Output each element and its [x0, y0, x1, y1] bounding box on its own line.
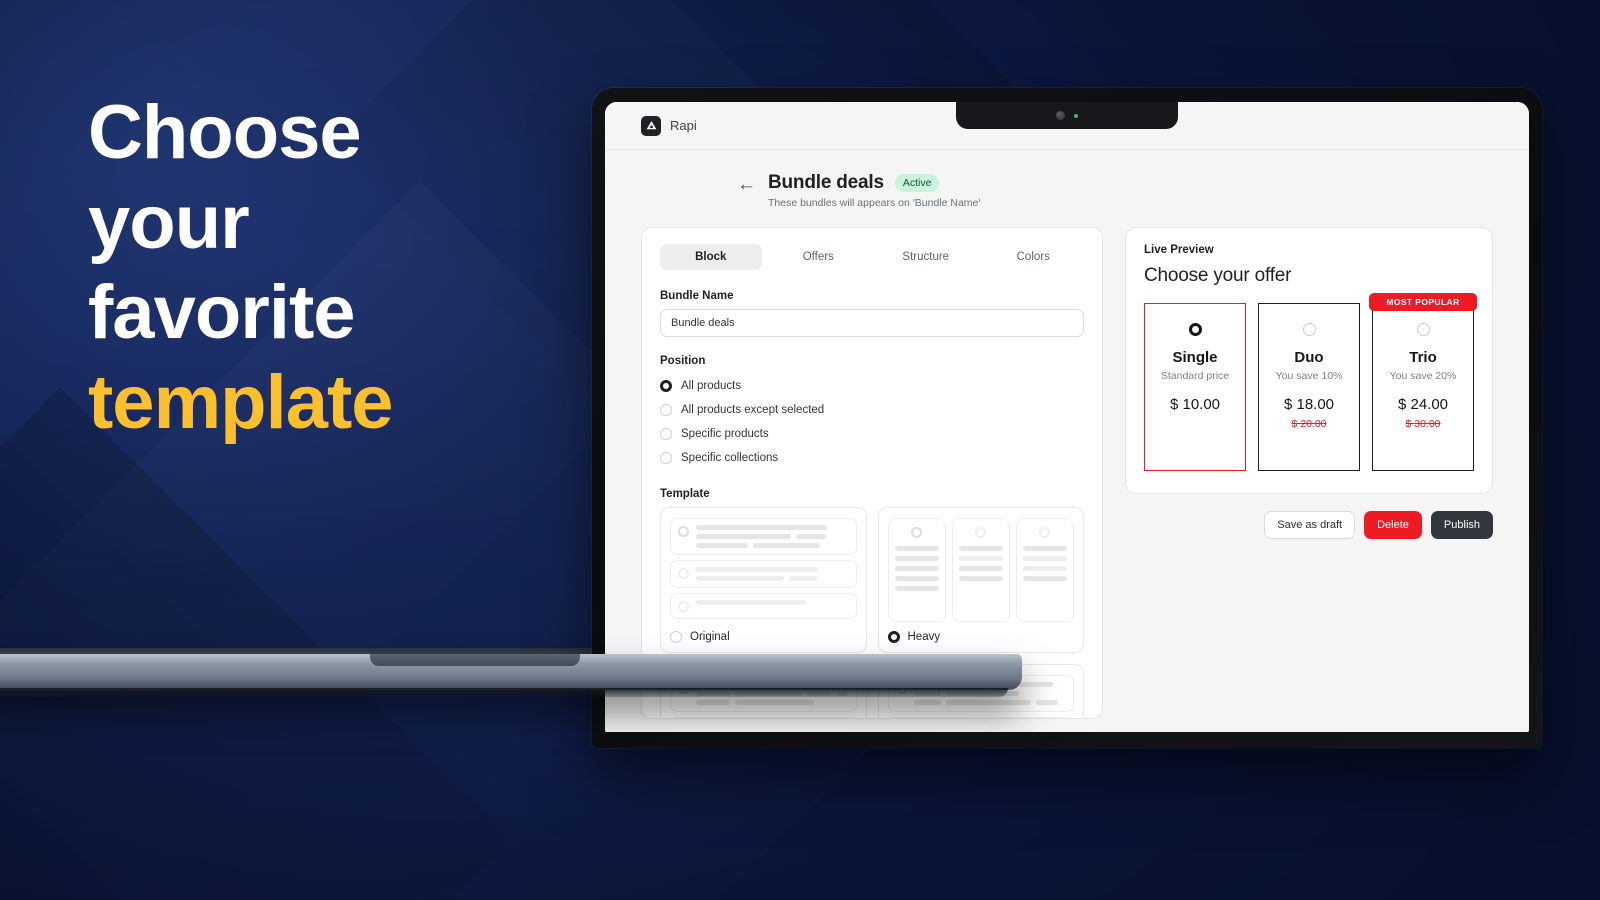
- save-as-draft-button[interactable]: Save as draft: [1264, 511, 1356, 540]
- laptop-screen: Rapi ← Bundle deals Active These bundles…: [605, 102, 1529, 732]
- skeleton-row: [670, 593, 857, 619]
- page-title-row: Bundle deals Active: [768, 172, 980, 194]
- offer-price: $ 24.00: [1397, 396, 1449, 413]
- radio-label: Specific collections: [681, 452, 779, 464]
- offer-old-price: $ 20.00: [1291, 418, 1327, 430]
- hero-line-3: favorite: [88, 270, 356, 355]
- most-popular-ribbon: MOST POPULAR: [1369, 293, 1477, 311]
- offer-name: Single: [1172, 349, 1218, 366]
- live-preview-label: Live Preview: [1144, 244, 1214, 256]
- skeleton-row: [887, 717, 1074, 718]
- radio-icon: [660, 404, 672, 416]
- action-bar: Save as draft Delete Publish: [1125, 511, 1493, 540]
- template-name: Heavy: [907, 631, 941, 643]
- page-header-text: Bundle deals Active These bundles will a…: [768, 172, 980, 209]
- radio-icon: [1416, 323, 1430, 336]
- radio-label: All products: [681, 380, 742, 392]
- app-body: ← Bundle deals Active These bundles will…: [605, 150, 1529, 732]
- offer-price: $ 10.00: [1169, 396, 1221, 413]
- delete-button[interactable]: Delete: [1364, 511, 1422, 540]
- settings-panel: Block Offers Structure Colors Bundle Nam…: [641, 227, 1103, 719]
- offer-card-single[interactable]: Single Standard price $ 10.00: [1144, 303, 1246, 471]
- skeleton-column: [951, 518, 1010, 622]
- template-heavy-footer[interactable]: Heavy: [887, 622, 1075, 652]
- radio-label: All products except selected: [681, 404, 825, 416]
- radio-icon: [1302, 323, 1316, 336]
- camera-icon: [1056, 111, 1065, 120]
- radio-specific-products[interactable]: Specific products: [660, 422, 1084, 446]
- skeleton-radio-icon: [678, 601, 689, 612]
- skeleton-radio-icon: [678, 568, 689, 579]
- template-preview-heavy: [887, 518, 1074, 622]
- skeleton-radio-icon: [678, 526, 689, 537]
- tab-offers[interactable]: Offers: [768, 244, 870, 270]
- camera-led-icon: [1074, 113, 1078, 118]
- skeleton-row: [670, 717, 857, 718]
- offer-list: Single Standard price $ 10.00 Duo You sa…: [1144, 293, 1477, 471]
- skeleton-row: [670, 560, 857, 588]
- radio-icon: [660, 380, 672, 392]
- live-preview-card: Live Preview Choose your offer Single St…: [1125, 227, 1493, 494]
- page-title: Bundle deals: [768, 172, 884, 193]
- offer-name: Trio: [1409, 349, 1437, 366]
- template-name: Original: [690, 631, 730, 643]
- offer-subtitle: Standard price: [1160, 370, 1230, 382]
- bundle-name-label: Bundle Name: [660, 290, 734, 302]
- app-window: Rapi ← Bundle deals Active These bundles…: [605, 102, 1529, 732]
- preview-heading: Choose your offer: [1144, 265, 1292, 286]
- template-label: Template: [660, 488, 710, 500]
- laptop-lid: Rapi ← Bundle deals Active These bundles…: [592, 88, 1542, 748]
- hero-line-2: your: [88, 180, 250, 265]
- arrow-left-icon[interactable]: ←: [737, 175, 756, 194]
- skeleton-radio-icon: [911, 527, 923, 538]
- template-preview-original: [670, 518, 857, 622]
- hero-headline: Choose your favorite template: [88, 88, 608, 448]
- hero-line-4: template: [88, 360, 394, 445]
- publish-button[interactable]: Publish: [1430, 511, 1493, 540]
- tab-structure[interactable]: Structure: [875, 244, 977, 270]
- tab-colors[interactable]: Colors: [983, 244, 1085, 270]
- radio-icon: [1188, 323, 1202, 336]
- offer-subtitle: You save 10%: [1275, 370, 1343, 382]
- offer-subtitle: You save 20%: [1389, 370, 1457, 382]
- radio-label: Specific products: [681, 428, 769, 440]
- triangle-logo-icon: [641, 115, 661, 136]
- radio-all-products[interactable]: All products: [660, 374, 1084, 398]
- laptop-mockup: Rapi ← Bundle deals Active These bundles…: [592, 88, 1542, 748]
- skeleton-radio-icon: [1039, 527, 1051, 538]
- template-card-heavy[interactable]: Heavy: [877, 507, 1084, 653]
- offer-name: Duo: [1294, 349, 1324, 366]
- radio-icon: [887, 631, 900, 643]
- skeleton-radio-icon: [975, 527, 987, 538]
- content-panes: Block Offers Structure Colors Bundle Nam…: [641, 227, 1493, 719]
- skeleton-column: [1015, 518, 1074, 622]
- radio-icon: [660, 428, 672, 440]
- skeleton-column: [887, 518, 946, 622]
- position-label: Position: [660, 355, 706, 367]
- page-header: ← Bundle deals Active These bundles will…: [641, 172, 1493, 209]
- status-badge: Active: [894, 174, 940, 192]
- template-card-original[interactable]: Original: [660, 507, 867, 653]
- skeleton-row: [670, 518, 857, 555]
- preview-panel: Live Preview Choose your offer Single St…: [1125, 227, 1493, 540]
- laptop-notch: [956, 102, 1178, 129]
- template-original-footer[interactable]: Original: [670, 622, 857, 652]
- tab-block[interactable]: Block: [660, 244, 762, 270]
- offer-price: $ 18.00: [1283, 396, 1335, 413]
- offer-card-trio[interactable]: MOST POPULAR Trio You save 20% $ 24.00 $…: [1369, 293, 1477, 471]
- radio-icon: [670, 631, 682, 643]
- page-subtitle: These bundles will appears on 'Bundle Na…: [768, 197, 981, 209]
- laptop-base: [0, 654, 1022, 697]
- settings-tabs: Block Offers Structure Colors: [660, 244, 1084, 270]
- radio-icon: [660, 452, 672, 464]
- offer-old-price: $ 30.00: [1405, 418, 1441, 430]
- bundle-name-input[interactable]: Bundle deals: [660, 309, 1084, 337]
- radio-all-except-selected[interactable]: All products except selected: [660, 398, 1084, 422]
- skeleton-columns: [887, 518, 1074, 622]
- hero-line-1: Choose: [88, 90, 362, 175]
- offer-card-duo[interactable]: Duo You save 10% $ 18.00 $ 20.00: [1258, 303, 1360, 471]
- radio-specific-collections[interactable]: Specific collections: [660, 446, 1084, 470]
- brand-name: Rapi: [670, 118, 697, 133]
